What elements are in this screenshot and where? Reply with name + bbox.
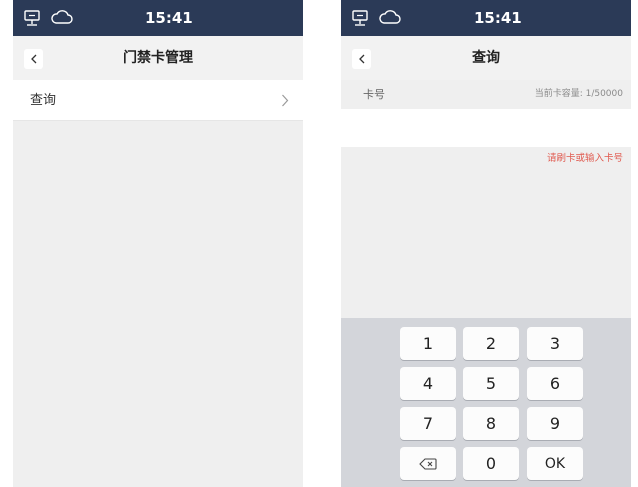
status-time: 15:41 xyxy=(474,9,522,27)
card-number-label-row: 卡号 当前卡容量: 1/50000 xyxy=(341,80,631,109)
ok-key[interactable]: OK xyxy=(527,447,583,480)
numeric-keypad: 1 2 3 4 5 6 7 8 9 0 OK xyxy=(341,318,631,487)
network-icon xyxy=(352,10,368,26)
swipe-card-hint: 请刷卡或输入卡号 xyxy=(546,153,623,164)
card-number-label: 卡号 xyxy=(363,88,385,101)
nav-bar: 查询 xyxy=(341,36,631,80)
key-7[interactable]: 7 xyxy=(400,407,456,440)
network-icon xyxy=(24,10,40,26)
page-title: 门禁卡管理 xyxy=(123,50,193,66)
backspace-key[interactable] xyxy=(400,447,456,480)
key-9[interactable]: 9 xyxy=(527,407,583,440)
cloud-icon xyxy=(51,10,73,24)
status-time: 15:41 xyxy=(145,9,193,27)
card-number-input[interactable] xyxy=(341,109,631,147)
page-title: 查询 xyxy=(472,50,500,66)
key-6[interactable]: 6 xyxy=(527,367,583,400)
status-icons xyxy=(351,8,401,28)
key-1[interactable]: 1 xyxy=(400,327,456,360)
status-bar: 15:41 xyxy=(13,0,303,36)
cloud-icon xyxy=(379,10,401,24)
status-icons xyxy=(23,8,73,28)
nav-bar: 门禁卡管理 xyxy=(13,36,303,80)
menu-item-label: 查询 xyxy=(30,93,57,108)
menu-item-query[interactable]: 查询 xyxy=(13,80,303,121)
key-4[interactable]: 4 xyxy=(400,367,456,400)
backspace-icon xyxy=(419,457,437,470)
key-0[interactable]: 0 xyxy=(463,447,519,480)
key-3[interactable]: 3 xyxy=(527,327,583,360)
key-8[interactable]: 8 xyxy=(463,407,519,440)
status-bar: 15:41 xyxy=(341,0,631,36)
access-card-management-screen: 15:41 门禁卡管理 查询 xyxy=(13,0,303,487)
chevron-right-icon xyxy=(282,94,289,107)
key-2[interactable]: 2 xyxy=(463,327,519,360)
card-query-screen: 15:41 查询 卡号 当前卡容量: 1/50000 请刷卡或输入卡号 1 2 … xyxy=(341,0,631,487)
key-5[interactable]: 5 xyxy=(463,367,519,400)
card-capacity-text: 当前卡容量: 1/50000 xyxy=(534,89,623,99)
